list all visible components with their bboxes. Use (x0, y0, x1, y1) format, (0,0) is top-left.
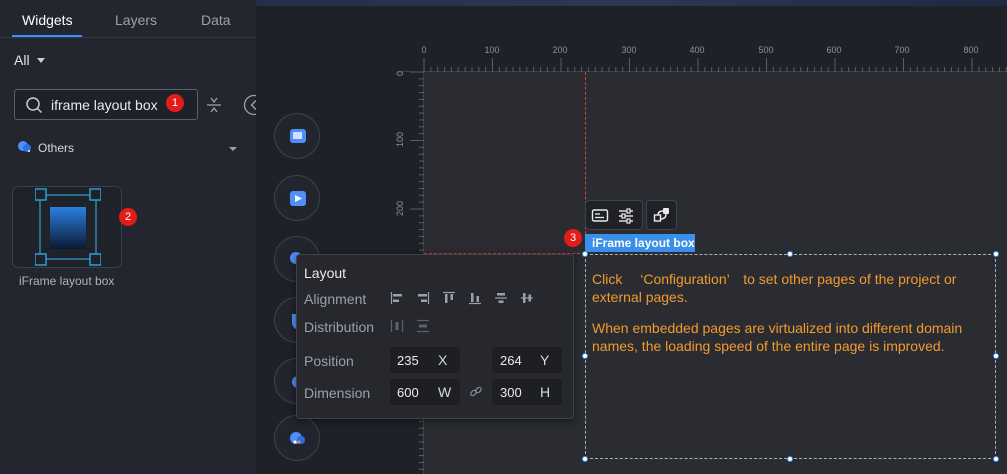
quick-tool-button-1[interactable] (274, 113, 320, 159)
align-middle-icon[interactable] (494, 291, 508, 305)
widget-library-panel: Widgets Layers Data All iframe layout bo… (0, 0, 265, 474)
widget-image-icon (290, 129, 306, 143)
panel-tabs: Widgets Layers Data (0, 0, 256, 38)
ruler-label: 400 (689, 45, 705, 55)
configuration-icon[interactable] (591, 207, 609, 225)
resize-handle[interactable] (582, 353, 588, 359)
position-x-value[interactable]: 235 (397, 353, 419, 368)
ruler-label: 500 (758, 45, 774, 55)
dimension-label: Dimension (304, 385, 371, 401)
widget-video-icon (290, 191, 306, 206)
alignment-label: Alignment (304, 291, 367, 307)
resize-handle[interactable] (993, 456, 999, 462)
distribute-horizontal-icon[interactable] (390, 319, 404, 333)
chevron-down-icon[interactable] (37, 58, 45, 63)
ruler-label: 0 (395, 70, 405, 76)
ruler-label: 300 (621, 45, 637, 55)
tab-active-indicator (12, 35, 82, 37)
ruler-label: 600 (826, 45, 842, 55)
ruler-label: 700 (894, 45, 910, 55)
dimension-w-value[interactable]: 600 (397, 385, 419, 400)
cloud-icon (18, 141, 31, 152)
quick-tool-button-2[interactable] (274, 175, 320, 221)
align-center-icon[interactable] (520, 291, 534, 305)
cloud-upload-icon (290, 432, 305, 444)
resize-handle[interactable] (993, 353, 999, 359)
align-top-icon[interactable] (442, 291, 456, 305)
link-ratio-icon[interactable] (469, 385, 483, 399)
widget-toolbar (585, 200, 643, 230)
ruler-label: 100 (395, 131, 405, 147)
ruler-label: 0 (421, 45, 427, 55)
resize-handle[interactable] (582, 251, 588, 257)
iframe-layout-box-icon (35, 188, 101, 266)
resize-handle[interactable] (787, 251, 793, 257)
position-x-unit: X (438, 352, 448, 368)
tab-layers[interactable]: Layers (115, 12, 157, 28)
interaction-button[interactable] (646, 200, 677, 230)
align-left-icon[interactable] (390, 291, 404, 305)
step-marker-1: 1 (166, 94, 184, 112)
align-right-icon[interactable] (416, 291, 430, 305)
dimension-w-unit: W (438, 384, 452, 400)
resize-handle[interactable] (993, 251, 999, 257)
distribution-label: Distribution (304, 319, 375, 335)
layout-panel-title: Layout (304, 265, 347, 281)
align-bottom-icon[interactable] (468, 291, 482, 305)
iframe-hint-text: When embedded pages are virtualized into… (592, 320, 963, 354)
quick-tool-button-6[interactable] (274, 415, 320, 461)
tab-data[interactable]: Data (201, 12, 231, 28)
search-input-value[interactable]: iframe layout box (51, 97, 158, 113)
widget-card-iframe[interactable] (12, 186, 122, 268)
tab-widgets[interactable]: Widgets (22, 12, 73, 28)
position-y-unit: Y (540, 352, 550, 368)
distribute-vertical-icon[interactable] (416, 319, 430, 333)
filter-dropdown[interactable]: All (14, 52, 30, 68)
resize-handle[interactable] (787, 456, 793, 462)
position-y-value[interactable]: 264 (500, 353, 522, 368)
step-marker-3: 3 (564, 229, 582, 247)
interaction-icon (653, 208, 669, 222)
ruler-label: 800 (963, 45, 979, 55)
ruler-label: 200 (552, 45, 568, 55)
collapse-all-icon[interactable] (204, 95, 224, 115)
search-icon (26, 97, 43, 114)
iframe-hint-text: Click ‘Configuration’ to set other pages… (592, 271, 957, 305)
position-label: Position (304, 353, 354, 369)
step-marker-2: 2 (119, 208, 137, 226)
ruler-label: 100 (484, 45, 500, 55)
dimension-h-value[interactable]: 300 (500, 385, 522, 400)
selected-widget-tag: iFrame layout box (585, 234, 695, 252)
resize-handle[interactable] (582, 456, 588, 462)
ruler-label: 200 (395, 200, 405, 216)
chevron-down-icon[interactable] (229, 147, 237, 151)
dimension-h-unit: H (540, 384, 551, 400)
settings-sliders-icon[interactable] (617, 207, 635, 225)
widget-card-label: iFrame layout box (19, 274, 115, 288)
category-title[interactable]: Others (38, 141, 74, 155)
